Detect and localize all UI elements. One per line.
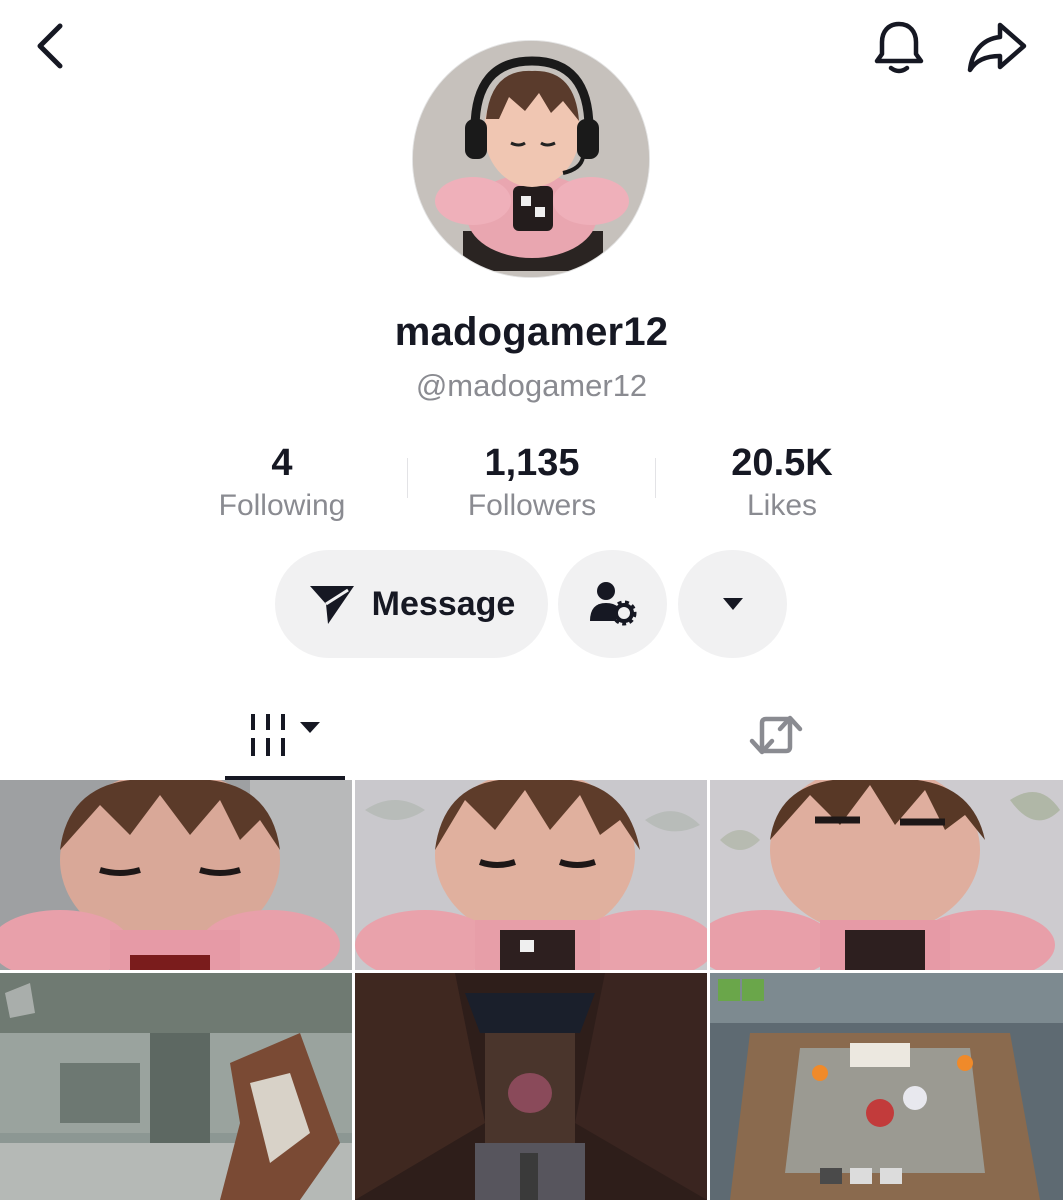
video-thumbnail-image bbox=[710, 973, 1063, 1200]
share-button[interactable] bbox=[964, 16, 1030, 78]
profile-stats: 4 Following 1,135 Followers 20.5K Likes bbox=[157, 440, 907, 530]
followers-label: Followers bbox=[467, 489, 597, 522]
video-thumbnail[interactable] bbox=[0, 973, 352, 1200]
video-thumbnail-image bbox=[0, 780, 352, 970]
followers-count: 1,135 bbox=[484, 442, 580, 484]
likes-label: Likes bbox=[746, 489, 818, 522]
paper-plane-icon bbox=[309, 586, 354, 624]
video-thumbnail-image bbox=[355, 780, 707, 970]
video-thumbnail[interactable] bbox=[0, 780, 352, 970]
display-name: madogamer12 bbox=[394, 310, 669, 354]
video-thumbnail-image bbox=[355, 973, 707, 1200]
notification-bell-button[interactable] bbox=[868, 16, 930, 78]
bell-icon bbox=[874, 21, 924, 74]
stat-followers[interactable]: 1,135 Followers bbox=[407, 440, 657, 530]
share-arrow-icon bbox=[967, 22, 1027, 73]
message-button[interactable]: Message bbox=[275, 550, 548, 658]
grid-bars-icon bbox=[251, 714, 285, 756]
video-thumbnail[interactable] bbox=[355, 780, 707, 970]
caret-down-icon bbox=[300, 722, 320, 733]
follow-settings-button[interactable] bbox=[558, 550, 667, 658]
stat-divider bbox=[407, 458, 408, 498]
video-thumbnail-image bbox=[0, 973, 352, 1200]
caret-down-icon bbox=[722, 598, 743, 610]
stat-following[interactable]: 4 Following bbox=[157, 440, 407, 530]
more-options-button[interactable] bbox=[678, 550, 787, 658]
chevron-left-icon bbox=[37, 23, 63, 69]
back-button[interactable] bbox=[22, 18, 78, 74]
tab-videos[interactable] bbox=[225, 690, 345, 780]
stat-likes[interactable]: 20.5K Likes bbox=[657, 440, 907, 530]
tab-reposts[interactable] bbox=[716, 690, 836, 780]
username-handle: @madogamer12 bbox=[415, 368, 648, 403]
likes-count: 20.5K bbox=[731, 442, 833, 484]
video-thumbnail[interactable] bbox=[710, 780, 1063, 970]
repost-icon bbox=[749, 715, 803, 755]
video-grid bbox=[0, 780, 1063, 1200]
video-thumbnail[interactable] bbox=[710, 973, 1063, 1200]
video-thumbnail-image bbox=[710, 780, 1063, 970]
message-button-label: Message bbox=[371, 584, 516, 623]
video-thumbnail[interactable] bbox=[355, 973, 707, 1200]
following-label: Following bbox=[218, 489, 346, 522]
avatar[interactable] bbox=[412, 40, 650, 278]
profile-actions: Message bbox=[0, 550, 1063, 660]
content-tabs bbox=[0, 690, 1063, 780]
following-count: 4 bbox=[271, 442, 293, 484]
person-gear-icon bbox=[589, 582, 636, 626]
stat-divider bbox=[655, 458, 656, 498]
avatar-image bbox=[413, 41, 649, 277]
